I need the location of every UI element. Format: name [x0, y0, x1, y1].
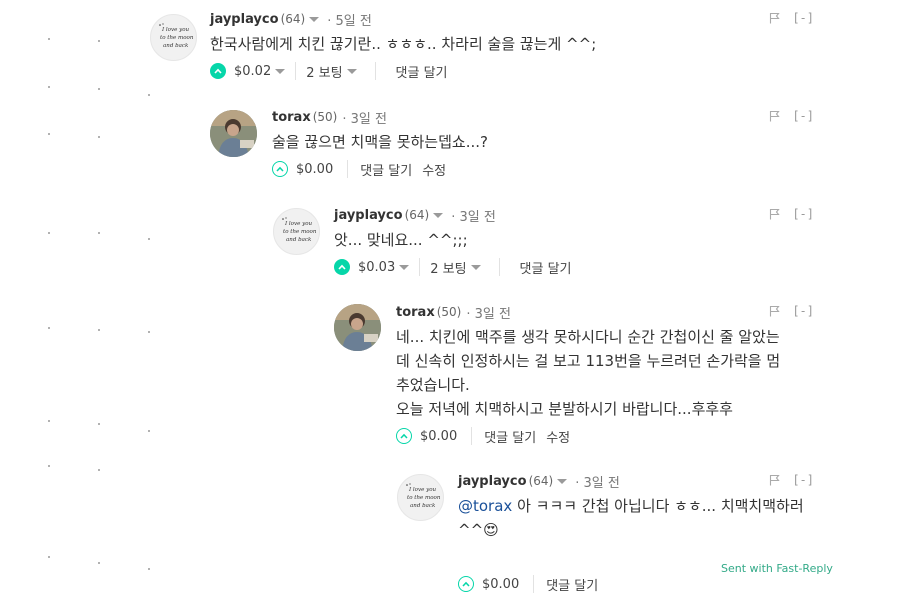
reputation: (64)	[528, 474, 554, 488]
flag-icon[interactable]	[769, 474, 780, 486]
payout-value[interactable]: $0.00	[482, 577, 519, 592]
upvote-button[interactable]	[458, 576, 474, 592]
avatar-text: and back	[410, 503, 436, 509]
divider	[533, 575, 535, 593]
comment-meta: jayplayco (64) · 3일 전	[458, 471, 814, 491]
author-name[interactable]: jayplayco	[458, 474, 527, 489]
comment-line-text: 아 ㅋㅋㅋ 간첩 아닙니다 ㅎㅎ... 치맥치맥하러	[517, 497, 804, 515]
mention-link[interactable]: @torax	[458, 497, 512, 515]
avatar-text: I love you	[408, 487, 437, 493]
avatar[interactable]: I love you to the moon and back	[397, 474, 444, 521]
chevron-up-icon	[462, 581, 470, 587]
fast-reply-footer[interactable]: Sent with Fast-Reply	[721, 562, 833, 575]
chevron-down-icon[interactable]	[557, 478, 568, 484]
avatar-text: to the moon	[407, 495, 441, 501]
comment-text: @torax 아 ㅋㅋㅋ 간첩 아닙니다 ㅎㅎ... 치맥치맥하러 ^^😍	[458, 494, 814, 542]
collapse-button[interactable]: [-]	[792, 473, 814, 487]
reply-link[interactable]: 댓글 달기	[546, 575, 598, 594]
comment: I love you to the moon and back jayplayc…	[0, 0, 914, 607]
comment-actions: $0.00 댓글 달기	[458, 572, 814, 596]
comment-line: @torax 아 ㅋㅋㅋ 간첩 아닙니다 ㅎㅎ... 치맥치맥하러	[458, 494, 814, 518]
comment-line: ^^😍	[458, 521, 499, 539]
comment-tools: [-]	[769, 473, 814, 487]
comment-body: jayplayco (64) · 3일 전 @torax 아 ㅋㅋㅋ 간첩 아닙…	[458, 471, 814, 596]
timestamp[interactable]: · 3일 전	[575, 472, 620, 491]
